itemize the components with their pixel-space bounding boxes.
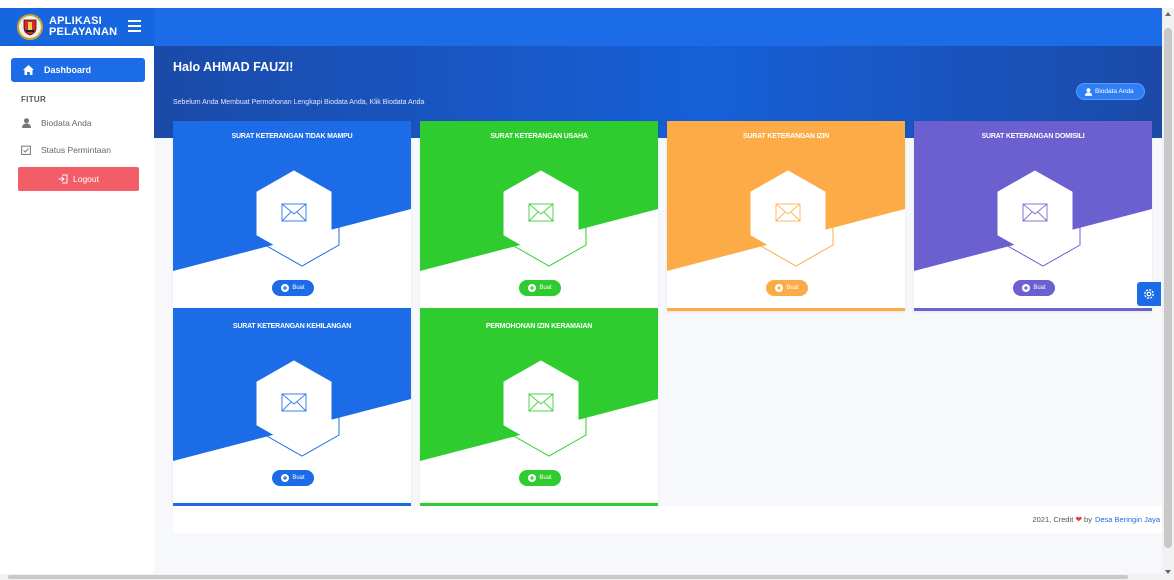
regency-emblem-icon — [17, 14, 43, 40]
user-icon — [1085, 87, 1092, 96]
footer-credit: 2021, Credit ❤ by Desa Beringin Jaya — [1032, 515, 1160, 524]
hamburger-icon[interactable] — [128, 20, 141, 32]
plus-circle-icon — [528, 284, 537, 292]
create-button-label: Buat — [539, 285, 552, 291]
create-button[interactable]: Buat — [766, 280, 808, 296]
create-button-label: Buat — [292, 285, 305, 291]
envelope-hexagon-icon — [503, 170, 587, 267]
create-button[interactable]: Buat — [519, 280, 561, 296]
card-title: SURAT KETERANGAN TIDAK MAMPU — [231, 133, 353, 140]
create-button-label: Buat — [786, 285, 799, 291]
page-title: Halo AHMAD FAUZI! — [173, 60, 294, 74]
service-card: SURAT KETERANGAN TIDAK MAMPU Buat — [173, 121, 411, 311]
sidebar-item-label: Biodata Anda — [41, 118, 92, 128]
sidebar-item-dashboard[interactable]: Dashboard — [11, 58, 145, 82]
scrollbar-thumb[interactable] — [1164, 28, 1172, 548]
envelope-hexagon-icon — [256, 360, 340, 457]
horizontal-scrollbar[interactable] — [0, 574, 1162, 580]
card-accent-bar — [914, 308, 1152, 311]
logout-label: Logout — [73, 174, 99, 184]
plus-circle-icon — [528, 474, 537, 482]
card-title: SURAT KETERANGAN KEHILANGAN — [232, 323, 352, 330]
brand-line-2: PELAYANAN — [49, 26, 118, 38]
logout-button[interactable]: Logout — [18, 167, 139, 191]
sidebar: Dashboard FITUR Biodata Anda Status Perm… — [0, 46, 154, 580]
scroll-up-icon[interactable] — [1165, 12, 1171, 16]
main-content: Halo AHMAD FAUZI! Sebelum Anda Membuat P… — [154, 46, 1162, 580]
envelope-hexagon-icon — [503, 360, 587, 457]
create-button-label: Buat — [1033, 285, 1046, 291]
scroll-down-icon[interactable] — [1165, 570, 1171, 574]
sidebar-item-status[interactable]: Status Permintaan — [21, 145, 111, 155]
sidebar-item-label: Status Permintaan — [41, 145, 111, 155]
plus-circle-icon — [281, 284, 290, 292]
create-button[interactable]: Buat — [1013, 280, 1055, 296]
card-title: SURAT KETERANGAN USAHA — [490, 133, 588, 140]
plus-circle-icon — [281, 474, 290, 482]
heart-icon: ❤ — [1075, 515, 1083, 524]
card-title: SURAT KETERANGAN IZIN — [743, 133, 829, 140]
create-button-label: Buat — [539, 475, 552, 481]
service-card: SURAT KETERANGAN IZIN Buat — [667, 121, 905, 311]
card-title: PERMOHONAN IZIN KERAMAIAN — [485, 323, 593, 330]
scrollbar-thumb[interactable] — [8, 575, 1128, 579]
user-icon — [21, 118, 31, 128]
service-card: SURAT KETERANGAN KEHILANGAN Buat — [173, 311, 411, 506]
sidebar-item-label: Dashboard — [44, 65, 92, 75]
service-card: SURAT KETERANGAN USAHA Buat — [420, 121, 658, 311]
footer: 2021, Credit ❤ by Desa Beringin Jaya — [173, 506, 1162, 533]
footer-prefix: 2021, Credit — [1032, 515, 1074, 524]
checkbox-icon — [21, 145, 31, 155]
brand-title: APLIKASI PELAYANAN — [49, 16, 117, 38]
envelope-hexagon-icon — [750, 170, 834, 267]
plus-circle-icon — [775, 284, 784, 292]
service-card: PERMOHONAN IZIN KERAMAIAN Buat — [420, 311, 658, 506]
create-button-label: Buat — [292, 475, 305, 481]
card-accent-bar — [667, 308, 905, 311]
footer-by: by — [1084, 515, 1092, 524]
gear-icon — [1144, 289, 1154, 299]
settings-gear-button[interactable] — [1137, 282, 1161, 306]
card-title: SURAT KETERANGAN DOMISILI — [981, 133, 1085, 140]
create-button[interactable]: Buat — [272, 470, 314, 486]
sidebar-item-biodata[interactable]: Biodata Anda — [21, 118, 92, 128]
sidebar-section-title: FITUR — [21, 95, 47, 104]
biodata-button[interactable]: Biodata Anda — [1076, 83, 1145, 100]
create-button[interactable]: Buat — [519, 470, 561, 486]
banner-subtitle: Sebelum Anda Membuat Permohonan Lengkapi… — [173, 99, 425, 106]
biodata-button-label: Biodata Anda — [1095, 88, 1134, 95]
service-card: SURAT KETERANGAN DOMISILI Buat — [914, 121, 1152, 311]
footer-link[interactable]: Desa Beringin Jaya — [1095, 515, 1160, 524]
envelope-hexagon-icon — [997, 170, 1081, 267]
vertical-scrollbar[interactable] — [1162, 8, 1174, 580]
logout-icon — [58, 174, 68, 184]
app-window: APLIKASI PELAYANAN Dashboard FITUR Bioda… — [0, 0, 1174, 580]
create-button[interactable]: Buat — [272, 280, 314, 296]
top-navbar: APLIKASI PELAYANAN — [0, 8, 1162, 46]
envelope-hexagon-icon — [256, 170, 340, 267]
home-icon — [23, 65, 34, 75]
plus-circle-icon — [1022, 284, 1031, 292]
